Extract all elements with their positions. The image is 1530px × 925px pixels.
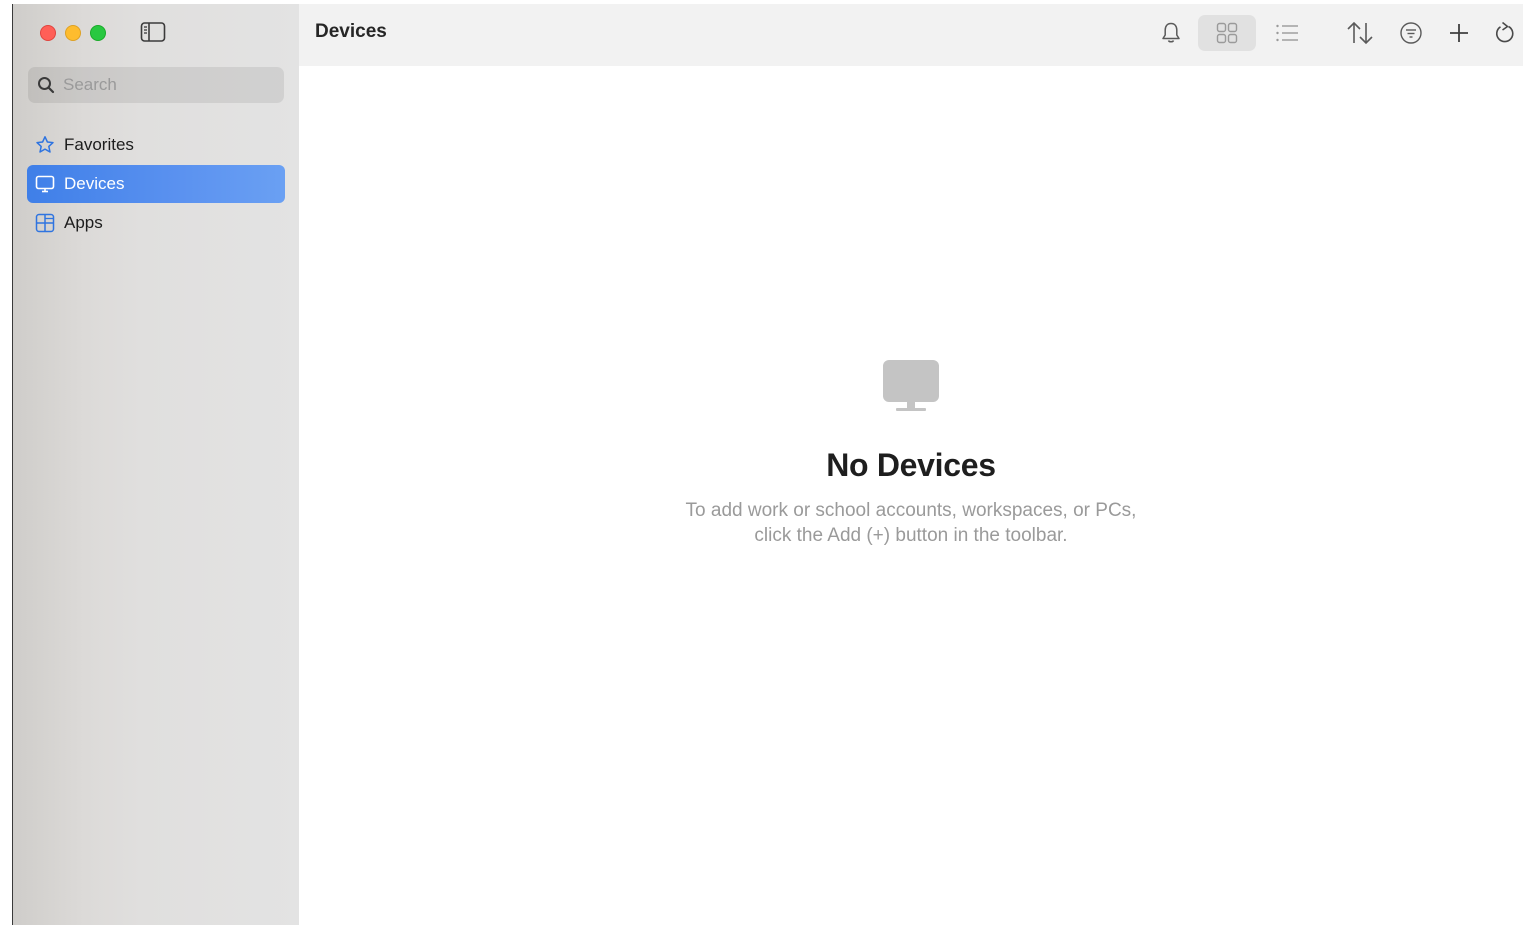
grid-icon <box>1216 22 1238 44</box>
add-button[interactable] <box>1437 15 1481 51</box>
toolbar: Devices <box>299 4 1523 66</box>
sort-button[interactable] <box>1338 15 1382 51</box>
search-field[interactable] <box>28 67 284 103</box>
refresh-icon <box>1496 21 1514 43</box>
maximize-window-button[interactable] <box>90 25 106 41</box>
empty-state: No Devices To add work or school account… <box>299 359 1523 548</box>
sidebar-toggle-button[interactable] <box>140 21 166 43</box>
sidebar-left-icon <box>140 22 166 42</box>
minimize-window-button[interactable] <box>65 25 81 41</box>
plus-icon <box>1450 24 1468 42</box>
sidebar-item-label: Favorites <box>64 135 134 154</box>
search-input[interactable] <box>63 74 273 96</box>
grid-view-button[interactable] <box>1198 15 1256 51</box>
empty-state-line-2: click the Add (+) button in the toolbar. <box>754 525 1068 546</box>
sort-arrows-icon <box>1347 21 1373 45</box>
sidebar-item-apps[interactable]: Apps <box>27 204 285 242</box>
list-icon <box>1276 24 1298 42</box>
monitor-icon <box>35 175 55 193</box>
close-window-button[interactable] <box>40 25 56 41</box>
star-icon <box>36 136 54 153</box>
bell-icon <box>1162 22 1180 43</box>
monitor-icon <box>883 360 939 411</box>
list-view-button[interactable] <box>1265 15 1309 51</box>
sidebar-item-label: Devices <box>64 174 125 193</box>
empty-state-line-1: To add work or school accounts, workspac… <box>685 500 1137 521</box>
refresh-button[interactable] <box>1483 15 1523 51</box>
main-content: Devices No Devices To add work or school… <box>299 4 1523 925</box>
filter-button[interactable] <box>1389 15 1433 51</box>
page-title: Devices <box>315 21 387 42</box>
empty-state-description: To add work or school accounts, workspac… <box>651 498 1171 548</box>
sidebar: Favorites Devices Apps <box>13 4 299 925</box>
app-window: Favorites Devices Apps Devices <box>12 4 1523 925</box>
empty-state-title: No Devices <box>826 447 996 483</box>
sidebar-item-label: Apps <box>64 213 103 232</box>
notifications-button[interactable] <box>1149 15 1193 51</box>
apps-grid-icon <box>35 213 55 233</box>
search-icon <box>38 77 55 94</box>
filter-icon <box>1400 22 1422 44</box>
sidebar-item-devices[interactable]: Devices <box>27 165 285 203</box>
sidebar-item-favorites[interactable]: Favorites <box>27 126 285 164</box>
